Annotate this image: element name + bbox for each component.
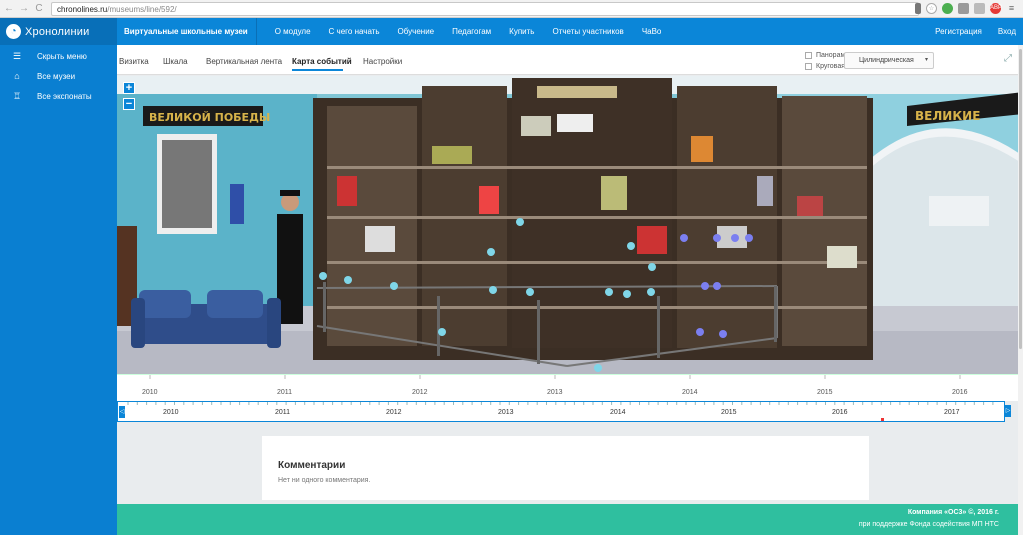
key-icon[interactable]: [915, 3, 921, 14]
browser-toolbar: ← → C chronolines.ru/museums/line/592/ ☆…: [0, 0, 1023, 18]
address-bar[interactable]: chronolines.ru/museums/line/592/: [51, 2, 919, 16]
tab-settings[interactable]: Настройки: [363, 57, 402, 66]
tab-card[interactable]: Визитка: [119, 57, 149, 66]
url-path: /museums/line/592/: [107, 4, 177, 14]
timeline-overview[interactable]: 2010 2011 2012 2013 2014 2015 2016: [117, 374, 1023, 401]
page-scrollbar[interactable]: [1018, 45, 1023, 535]
nav-item-about[interactable]: О модуле: [275, 27, 311, 36]
timeline-year-label: 2017: [944, 409, 960, 416]
sidebar-item-all-exhibits[interactable]: ♖ Все экспонаты: [0, 86, 117, 106]
scrollbar-thumb[interactable]: [1019, 49, 1022, 349]
register-link[interactable]: Регистрация: [935, 27, 982, 36]
tab-vertical-feed[interactable]: Вертикальная лента: [206, 57, 282, 66]
checkbox-box: [805, 52, 812, 59]
zoom-out-button[interactable]: −: [123, 98, 135, 110]
auth-links: Регистрация Вход: [935, 27, 1023, 36]
timeline-year-label: 2011: [275, 409, 291, 416]
panorama-checkbox[interactable]: Панорама: [805, 52, 849, 59]
museum-icon: ⌂: [14, 71, 20, 81]
sidebar-item-hide-menu[interactable]: ☰ Скрыть меню: [0, 46, 117, 66]
extension-icon[interactable]: [958, 3, 969, 14]
comments-panel: Комментарии Нет ни одного комментария.: [262, 436, 869, 500]
timeline-year-label: 2015: [721, 409, 737, 416]
timeline-year-label: 2010: [142, 389, 158, 396]
timeline-year-label: 2016: [952, 389, 968, 396]
medal-icon: ♖: [12, 90, 22, 101]
timeline-ticks: [149, 375, 961, 379]
footer-copyright: Компания «ОС3» ©, 2016 г.: [907, 509, 999, 516]
projection-value: Цилиндрическая: [859, 57, 914, 64]
nav-item-faq[interactable]: ЧаВо: [642, 27, 662, 36]
nav-item-reports[interactable]: Отчеты участников: [552, 27, 623, 36]
timeline-year-label: 2016: [832, 409, 848, 416]
timeline-year-label: 2014: [682, 389, 698, 396]
timeline-scroll-right-icon[interactable]: ▷: [1005, 405, 1011, 417]
extension-icons: ☆ ABP ≡: [915, 3, 1017, 14]
timeline-year-label: 2010: [163, 409, 179, 416]
projection-select[interactable]: Цилиндрическая ▾: [844, 52, 934, 69]
panorama-image: ВЕЛИКОЙ ПОБЕДЫ ВЕЛИКИЕ: [117, 76, 1023, 374]
timeline-scale[interactable]: ◁ 2010 2011 2012 2013 2014 2015 2016 201…: [117, 401, 1005, 422]
chevron-down-icon: ▾: [924, 57, 928, 63]
back-icon[interactable]: ←: [3, 3, 15, 15]
url-host: chronolines.ru: [57, 4, 108, 14]
circular-checkbox[interactable]: Круговая: [805, 63, 845, 70]
panorama-viewer[interactable]: ВЕЛИКОЙ ПОБЕДЫ ВЕЛИКИЕ + −: [117, 76, 1023, 374]
top-navigation: Виртуальные школьные музеи О модуле С че…: [117, 18, 1023, 45]
sidebar-item-label: Скрыть меню: [37, 51, 87, 61]
sidebar-item-label: Все музеи: [37, 71, 76, 81]
timeline-year-label: 2012: [386, 409, 402, 416]
nav-item-teachers[interactable]: Педагогам: [452, 27, 491, 36]
sidebar-item-all-museums[interactable]: ⌂ Все музеи: [0, 66, 117, 86]
tab-scale[interactable]: Шкала: [163, 57, 188, 66]
comments-title: Комментарии: [278, 460, 346, 471]
logo[interactable]: ◔ Хронолинии: [0, 18, 117, 45]
timeline-minor-ticks: [127, 402, 994, 405]
footer: Компания «ОС3» ©, 2016 г. при поддержке …: [117, 504, 1023, 535]
menu-icon: ☰: [12, 50, 22, 61]
footer-support: при поддержке Фонда содействия МП НТС: [858, 521, 999, 528]
forward-icon[interactable]: →: [18, 3, 30, 15]
checkbox-label: Круговая: [816, 63, 846, 70]
timeline-scroll-left-icon[interactable]: ◁: [119, 406, 125, 418]
clock-logo-icon: ◔: [6, 24, 21, 39]
view-toolbar: Визитка Шкала Вертикальная лента Карта с…: [117, 45, 1023, 75]
adblock-icon[interactable]: ABP: [990, 3, 1002, 14]
nav-item-training[interactable]: Обучение: [398, 27, 435, 36]
reload-icon[interactable]: C: [33, 3, 45, 15]
star-icon[interactable]: ☆: [926, 3, 937, 14]
leaf-extension-icon[interactable]: [942, 3, 953, 14]
timeline-year-label: 2015: [817, 389, 833, 396]
timeline-year-label: 2013: [498, 409, 514, 416]
login-link[interactable]: Вход: [998, 27, 1016, 36]
checkbox-box: [805, 63, 812, 70]
timeline-year-label: 2014: [610, 409, 626, 416]
nav-item-buy[interactable]: Купить: [509, 27, 534, 36]
current-date-marker: [881, 418, 884, 421]
comments-empty-text: Нет ни одного комментария.: [278, 477, 371, 484]
sidebar: ◔ Хронолинии ☰ Скрыть меню ⌂ Все музеи ♖…: [0, 18, 117, 535]
banner-right-text: ВЕЛИКИЕ: [915, 109, 980, 123]
nav-brand[interactable]: Виртуальные школьные музеи: [117, 18, 257, 45]
menu-dots-icon[interactable]: ≡: [1006, 3, 1017, 14]
sidebar-item-label: Все экспонаты: [37, 91, 92, 101]
cast-icon[interactable]: [974, 3, 985, 14]
timeline-year-label: 2011: [277, 389, 293, 396]
tab-event-map[interactable]: Карта событий: [292, 57, 352, 66]
timeline-year-label: 2012: [412, 389, 428, 396]
fullscreen-icon[interactable]: ⤢: [1004, 53, 1015, 64]
active-tab-indicator: [292, 69, 343, 71]
logo-text: Хронолинии: [25, 25, 90, 38]
nav-item-getting-started[interactable]: С чего начать: [329, 27, 380, 36]
timeline-year-label: 2013: [547, 389, 563, 396]
zoom-in-button[interactable]: +: [123, 82, 135, 94]
banner-left-text: ВЕЛИКОЙ ПОБЕДЫ: [149, 111, 270, 124]
